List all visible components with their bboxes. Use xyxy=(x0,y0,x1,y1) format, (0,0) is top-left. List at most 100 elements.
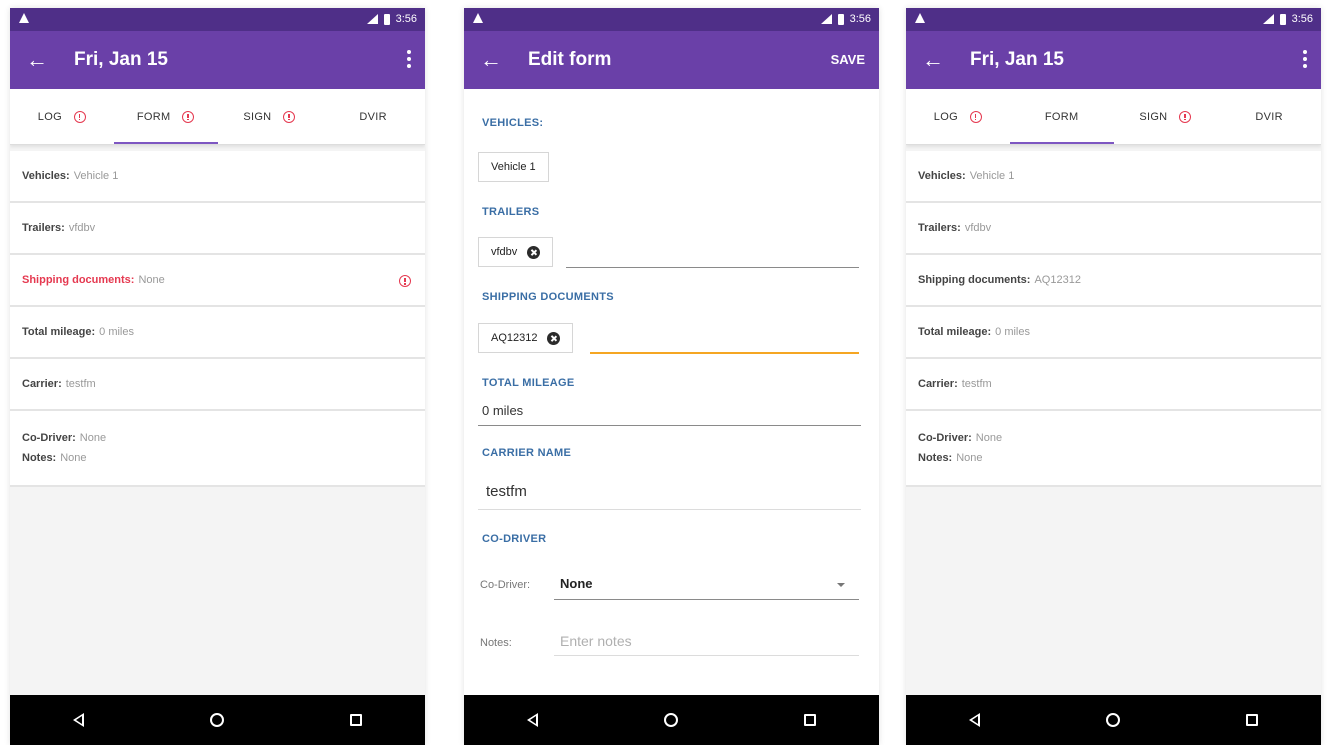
signal-icon xyxy=(820,14,832,24)
tab-form[interactable]: FORM xyxy=(1009,89,1114,144)
signal-icon xyxy=(1262,14,1274,24)
tab-bar: LOG FORM SIGN DVIR xyxy=(906,89,1321,145)
battery-icon xyxy=(383,13,390,25)
section-vehicles: VEHICLES: xyxy=(482,117,544,129)
row-trailers[interactable]: Trailers: vfdbv xyxy=(10,203,425,255)
carrier-name-input[interactable]: testfm xyxy=(486,483,527,500)
tab-log[interactable]: LOG xyxy=(906,89,1010,144)
remove-chip-icon[interactable] xyxy=(547,331,561,345)
section-trailers: TRAILERS xyxy=(482,206,540,218)
warning-icon xyxy=(915,13,925,23)
row-carrier[interactable]: Carrier: testfm xyxy=(906,359,1321,411)
tab-dvir[interactable]: DVIR xyxy=(1217,89,1321,144)
battery-icon xyxy=(837,13,844,25)
nav-home-icon[interactable] xyxy=(210,713,224,727)
nav-back-icon[interactable] xyxy=(969,713,980,727)
status-bar: 3:56 xyxy=(906,8,1321,31)
edit-form: VEHICLES: Vehicle 1 TRAILERS vfdbv SHIPP… xyxy=(464,89,879,695)
codriver-line: Co-Driver: None xyxy=(22,432,107,444)
dropdown-caret-icon[interactable] xyxy=(837,583,845,587)
section-co-driver: CO-DRIVER xyxy=(482,533,547,545)
alert-icon xyxy=(73,110,86,123)
vehicle-chip[interactable]: Vehicle 1 xyxy=(478,152,549,182)
tab-sign[interactable]: SIGN xyxy=(218,89,322,144)
section-carrier-name: CARRIER NAME xyxy=(482,447,572,459)
alert-icon xyxy=(182,110,195,123)
notes-line: Notes: None xyxy=(918,452,983,464)
row-shipping-documents[interactable]: Shipping documents: None xyxy=(10,255,425,307)
app-bar: ← Fri, Jan 15 xyxy=(10,31,425,89)
trailer-chip[interactable]: vfdbv xyxy=(478,237,554,267)
row-shipping-documents[interactable]: Shipping documents: AQ12312 xyxy=(906,255,1321,307)
trailers-input-underline[interactable] xyxy=(566,267,859,268)
page-title: Edit form xyxy=(528,49,612,70)
phone-screen-form-view-updated: 3:56 ← Fri, Jan 15 LOG FORM SIGN DVIR Ve… xyxy=(906,8,1321,745)
overflow-menu-icon[interactable] xyxy=(407,50,411,70)
alert-icon xyxy=(1179,110,1192,123)
nav-recents-icon[interactable] xyxy=(350,714,362,726)
mileage-input[interactable]: 0 miles xyxy=(482,403,523,418)
back-arrow-icon[interactable]: ← xyxy=(906,31,960,89)
nav-recents-icon[interactable] xyxy=(804,714,816,726)
tab-bar: LOG FORM SIGN DVIR xyxy=(10,89,425,145)
nav-home-icon[interactable] xyxy=(664,713,678,727)
form-summary-list: Vehicles: Vehicle 1 Trailers: vfdbv Shippi… xyxy=(906,151,1321,487)
overflow-menu-icon[interactable] xyxy=(1303,50,1307,70)
system-nav-bar xyxy=(10,695,425,745)
section-total-mileage: TOTAL MILEAGE xyxy=(482,377,575,389)
tab-log[interactable]: LOG xyxy=(10,89,114,144)
tab-sign[interactable]: SIGN xyxy=(1114,89,1218,144)
row-carrier[interactable]: Carrier: testfm xyxy=(10,359,425,411)
codriver-select-underline xyxy=(554,599,859,600)
nav-home-icon[interactable] xyxy=(1106,713,1120,727)
notes-label: Notes: xyxy=(480,637,512,649)
form-summary-list: Vehicles: Vehicle 1 Trailers: vfdbv Shippi… xyxy=(10,151,425,487)
alert-icon xyxy=(969,110,982,123)
system-nav-bar xyxy=(464,695,879,745)
remove-chip-icon[interactable] xyxy=(527,245,541,259)
mileage-input-underline xyxy=(478,425,861,426)
status-time: 3:56 xyxy=(1291,13,1313,25)
codriver-line: Co-Driver: None xyxy=(918,432,1003,444)
row-codriver-notes[interactable]: Co-Driver: None Notes: None xyxy=(906,411,1321,487)
alert-icon xyxy=(399,275,411,287)
row-vehicles[interactable]: Vehicles: Vehicle 1 xyxy=(906,151,1321,203)
row-total-mileage[interactable]: Total mileage: 0 miles xyxy=(906,307,1321,359)
carrier-input-underline xyxy=(478,509,861,510)
row-vehicles[interactable]: Vehicles: Vehicle 1 xyxy=(10,151,425,203)
notes-input[interactable]: Enter notes xyxy=(560,633,632,649)
codriver-label: Co-Driver: xyxy=(480,579,531,591)
phone-screen-edit-form: 3:56 ← Edit form SAVE VEHICLES: Vehicle … xyxy=(464,8,879,745)
nav-back-icon[interactable] xyxy=(73,713,84,727)
signal-icon xyxy=(366,14,378,24)
back-arrow-icon[interactable]: ← xyxy=(10,31,64,89)
alert-icon xyxy=(283,110,296,123)
system-nav-bar xyxy=(906,695,1321,745)
row-codriver-notes[interactable]: Co-Driver: None Notes: None xyxy=(10,411,425,487)
status-bar: 3:56 xyxy=(10,8,425,31)
page-title: Fri, Jan 15 xyxy=(970,49,1064,70)
row-trailers[interactable]: Trailers: vfdbv xyxy=(906,203,1321,255)
nav-recents-icon[interactable] xyxy=(1246,714,1258,726)
tab-dvir[interactable]: DVIR xyxy=(321,89,425,144)
phone-screen-form-view: 3:56 ← Fri, Jan 15 LOG FORM SIGN DVIR Ve… xyxy=(10,8,425,745)
app-bar: ← Fri, Jan 15 xyxy=(906,31,1321,89)
status-time: 3:56 xyxy=(849,13,871,25)
notes-input-underline xyxy=(554,655,859,656)
notes-line: Notes: None xyxy=(22,452,87,464)
codriver-select[interactable]: None xyxy=(560,576,593,591)
battery-icon xyxy=(1279,13,1286,25)
row-total-mileage[interactable]: Total mileage: 0 miles xyxy=(10,307,425,359)
back-arrow-icon[interactable]: ← xyxy=(464,31,518,89)
tab-form[interactable]: FORM xyxy=(113,89,218,144)
section-shipping-documents: SHIPPING DOCUMENTS xyxy=(482,291,614,303)
shipping-input-underline[interactable] xyxy=(590,352,859,354)
status-bar: 3:56 xyxy=(464,8,879,31)
page-title: Fri, Jan 15 xyxy=(74,49,168,70)
warning-icon xyxy=(473,13,483,23)
nav-back-icon[interactable] xyxy=(527,713,538,727)
shipping-document-chip[interactable]: AQ12312 xyxy=(478,323,574,353)
app-bar: ← Edit form SAVE xyxy=(464,31,879,89)
status-time: 3:56 xyxy=(395,13,417,25)
save-button[interactable]: SAVE xyxy=(831,52,865,67)
